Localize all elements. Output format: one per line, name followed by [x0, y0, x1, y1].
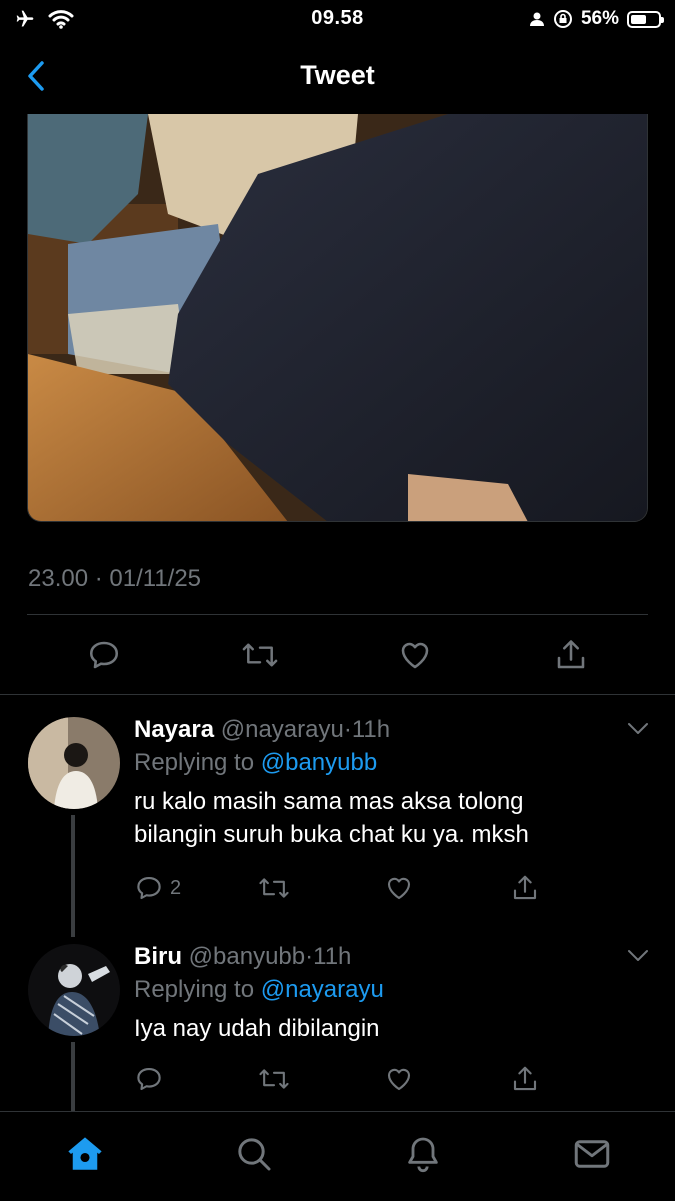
nav-bar: Tweet [0, 40, 675, 112]
tab-home[interactable] [63, 1132, 107, 1176]
like-icon [387, 1068, 411, 1091]
retweet-button[interactable] [237, 632, 283, 678]
tab-search[interactable] [232, 1132, 276, 1176]
mention-link[interactable]: @nayarayu [261, 976, 384, 1003]
reply-icon [137, 876, 161, 900]
separator-dot: · [343, 716, 352, 743]
reply-time: 11h [351, 716, 391, 743]
like-button[interactable] [384, 1064, 414, 1094]
replying-label: Replying to [134, 976, 255, 1003]
reply-icon [137, 1067, 161, 1091]
page-title: Tweet [300, 60, 375, 90]
reply-actions [134, 1064, 554, 1096]
retweet-button[interactable] [258, 873, 290, 903]
share-icon [557, 640, 585, 669]
retweet-button[interactable] [258, 1064, 290, 1094]
reply-button[interactable]: 2 [134, 873, 181, 903]
author-name[interactable]: Nayara [134, 716, 214, 743]
search-icon [238, 1138, 271, 1171]
reply-text-line: ru kalo masih sama mas aksa tolong [134, 788, 524, 815]
reply-count: 2 [170, 876, 182, 899]
share-icon [513, 1066, 537, 1091]
battery-icon [627, 10, 664, 28]
like-icon [387, 877, 411, 900]
reply-button[interactable] [134, 1064, 170, 1094]
divider [0, 694, 675, 695]
reply-text-line: bilangin suruh buka chat ku ya. mksh [134, 821, 529, 848]
retweet-icon [242, 643, 278, 667]
reply-actions: 2 [134, 873, 554, 905]
person-icon [529, 12, 544, 26]
status-bar: 09.58 56% [0, 0, 675, 38]
author-handle[interactable]: @banyubb [189, 943, 305, 970]
chevron-down-icon[interactable] [625, 942, 651, 968]
avatar[interactable] [28, 944, 120, 1036]
reply-icon [89, 641, 119, 669]
tab-bar [0, 1111, 675, 1201]
tweet-timestamp: 23.00 · 01/11/25 [28, 565, 202, 592]
share-button[interactable] [510, 1064, 540, 1094]
avatar[interactable] [28, 717, 120, 809]
reply-text-line: Iya nay udah dibilangin [134, 1015, 380, 1042]
chevron-down-icon[interactable] [625, 715, 651, 741]
thread-line [71, 815, 75, 937]
tweet-actions [27, 632, 648, 678]
home-icon [68, 1137, 102, 1170]
separator-dot: · [305, 943, 314, 970]
rotation-lock-icon [553, 10, 572, 28]
like-button[interactable] [392, 632, 438, 678]
tab-notifications[interactable] [401, 1132, 445, 1176]
retweet-icon [259, 1069, 289, 1089]
retweet-icon [259, 878, 289, 898]
tab-messages[interactable] [570, 1132, 614, 1176]
status-right: 56% [529, 8, 664, 30]
reply-text: ru kalo masih sama mas aksa tolong bilan… [134, 785, 635, 851]
replying-to: Replying to @nayarayu [134, 974, 635, 1006]
messages-icon [574, 1140, 610, 1168]
author-handle[interactable]: @nayarayu [221, 716, 344, 743]
reply-text: Iya nay udah dibilangin [134, 1012, 635, 1045]
replying-to: Replying to @banyubb [134, 747, 635, 779]
reply-body: Nayara @nayarayu·11h Replying to @banyub… [134, 715, 635, 851]
reply-button[interactable] [81, 632, 127, 678]
battery-percent: 56% [580, 8, 619, 29]
thread-line [71, 1042, 75, 1112]
reply-header: Biru @banyubb·11h [134, 942, 635, 972]
mention-link[interactable]: @banyubb [261, 749, 377, 776]
share-button[interactable] [548, 632, 594, 678]
reply-time: 11h [313, 943, 352, 970]
replying-label: Replying to [134, 749, 255, 776]
reply-body: Biru @banyubb·11h Replying to @nayarayu … [134, 942, 635, 1045]
like-button[interactable] [384, 873, 414, 903]
share-icon [513, 875, 537, 900]
like-icon [401, 642, 429, 669]
reply-header: Nayara @nayarayu·11h [134, 715, 635, 745]
share-button[interactable] [510, 873, 540, 903]
tweet-photo[interactable] [27, 114, 648, 522]
divider [27, 614, 648, 615]
notifications-icon [408, 1137, 438, 1173]
author-name[interactable]: Biru [134, 943, 182, 970]
